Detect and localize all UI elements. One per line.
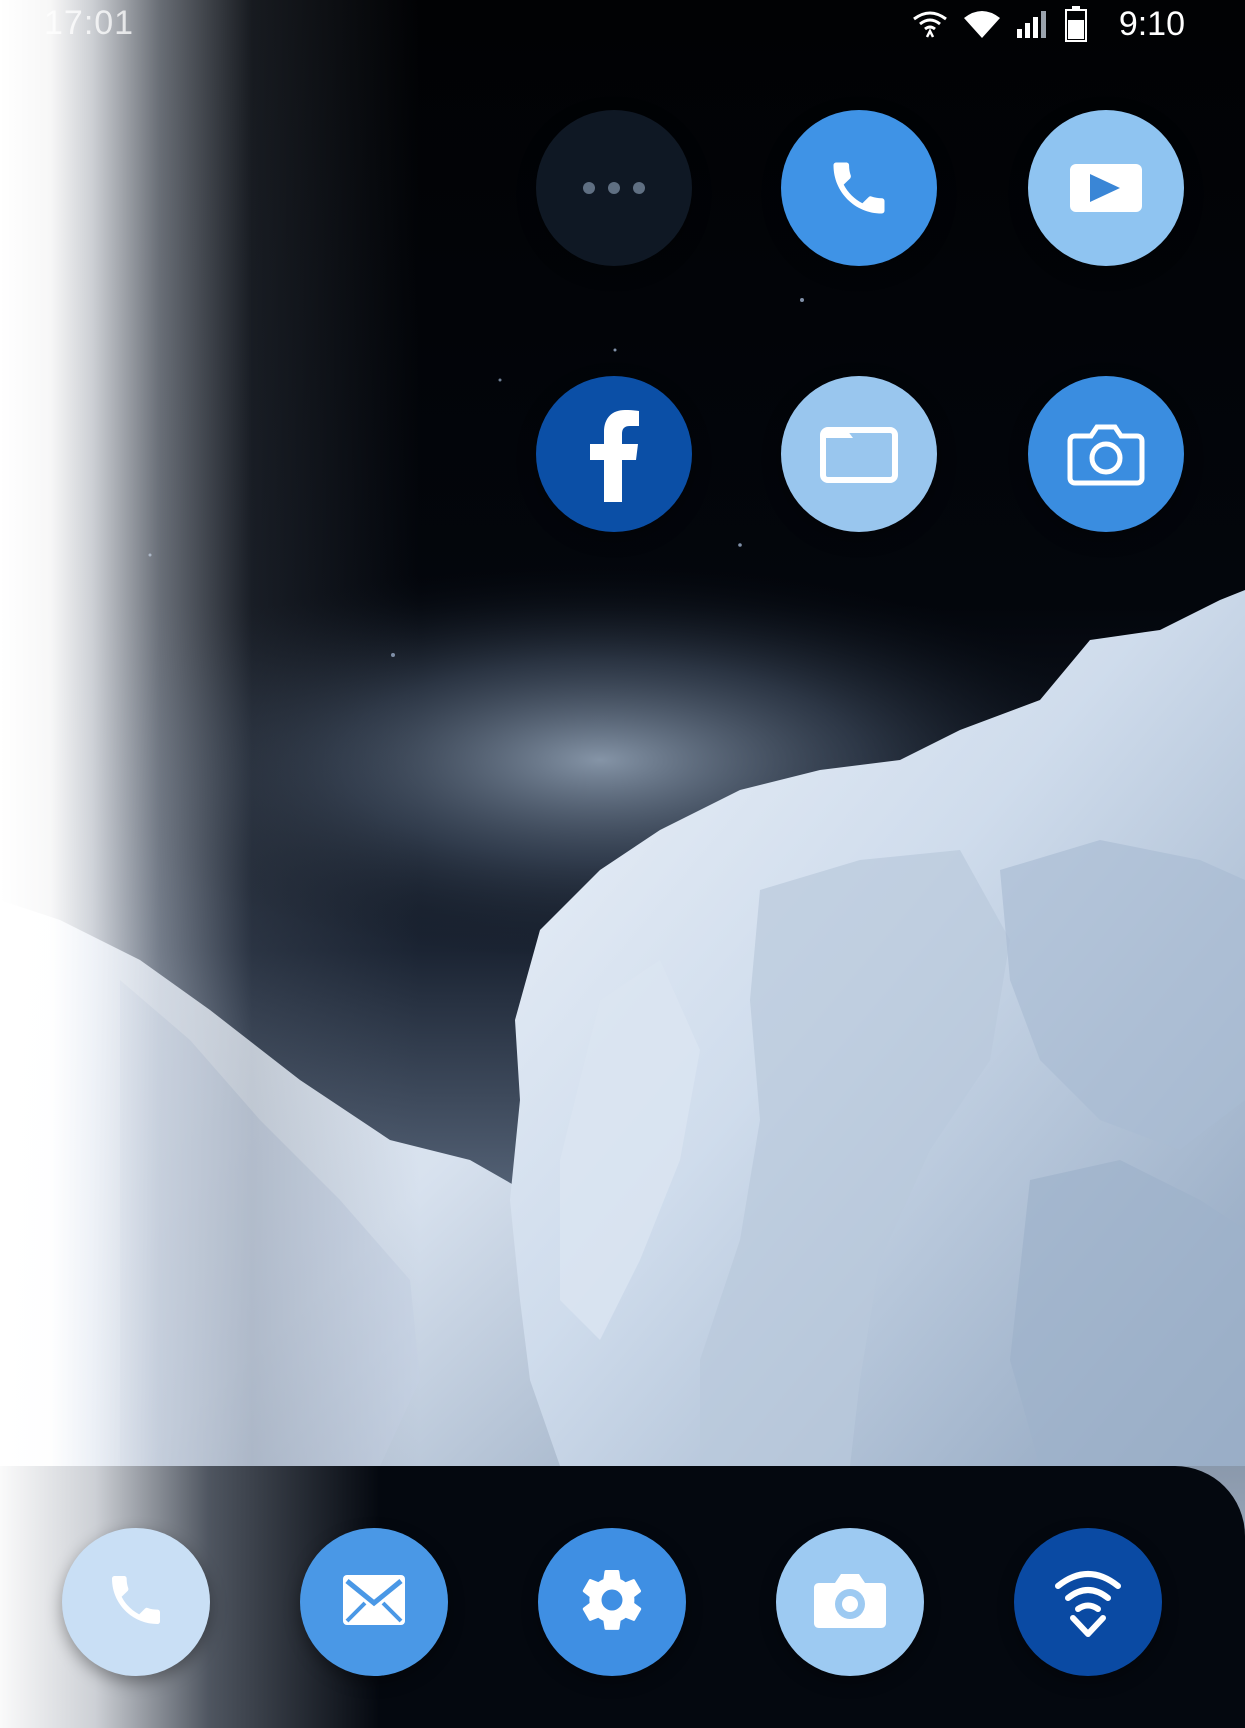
dock-messages-button[interactable] (300, 1528, 448, 1676)
dock-phone-button[interactable] (62, 1528, 210, 1676)
camera-app-button[interactable] (1028, 376, 1184, 532)
phone-app-button[interactable] (781, 110, 937, 266)
facebook-app-button[interactable] (536, 376, 692, 532)
status-clock: 9:10 (1118, 4, 1185, 43)
phone-icon (104, 1568, 168, 1637)
dock-settings-button[interactable] (538, 1528, 686, 1676)
camera-icon (811, 1569, 889, 1636)
files-app-button[interactable] (781, 376, 937, 532)
status-left-time: 17:01 (44, 4, 135, 42)
mail-icon (1068, 160, 1144, 216)
folder-icon (819, 424, 899, 484)
wifi-icon (963, 9, 1001, 39)
mail-icon (339, 1569, 409, 1636)
hotspot-icon (911, 9, 949, 39)
camera-icon (1067, 422, 1145, 486)
status-bar: 17:01 9:10 (0, 0, 1245, 50)
more-apps-button[interactable] (536, 110, 692, 266)
phone-icon (825, 154, 893, 222)
signal-icon (1015, 9, 1051, 39)
dock-wireless-button[interactable] (1014, 1528, 1162, 1676)
email-app-button[interactable] (1028, 110, 1184, 266)
status-icons: 9:10 (911, 2, 1185, 46)
wifi-icon (1053, 1562, 1123, 1643)
more-dots-icon (579, 178, 649, 198)
home-screen: 17:01 9:10 (0, 0, 1245, 1728)
facebook-icon (586, 406, 642, 502)
gear-icon (576, 1564, 648, 1641)
dock (0, 1466, 1245, 1728)
battery-icon (1064, 6, 1087, 42)
dock-camera-button[interactable] (776, 1528, 924, 1676)
